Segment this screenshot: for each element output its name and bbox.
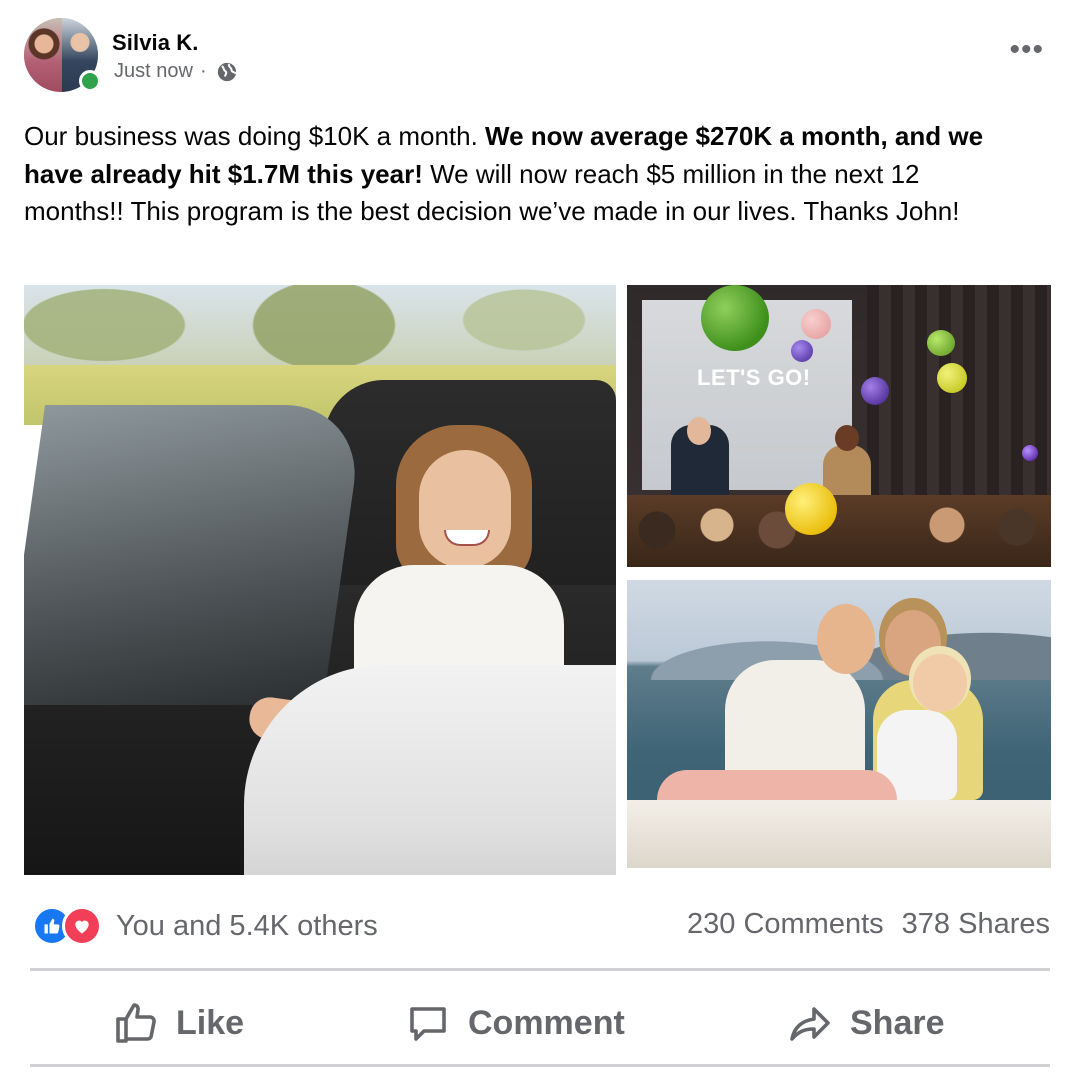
more-options-icon[interactable]: ••• [1009, 35, 1044, 65]
photo-event-stage[interactable]: LET'S GO! [627, 285, 1051, 567]
comment-button[interactable]: Comment [404, 996, 625, 1050]
divider [30, 968, 1050, 971]
share-label: Share [850, 1003, 945, 1042]
photo-family-boat[interactable] [627, 580, 1051, 868]
photo-woman-convertible[interactable] [24, 285, 616, 875]
share-button[interactable]: Share [786, 996, 945, 1050]
love-reaction-icon [62, 906, 102, 946]
share-arrow-icon [790, 1007, 830, 1041]
reactions-count: You and 5.4K others [116, 909, 378, 942]
post-text: Our business was doing $10K a month. We … [24, 118, 1024, 231]
post-meta: Just now · [114, 60, 238, 83]
globe-icon[interactable] [216, 61, 238, 83]
post-text-part1: Our business was doing $10K a month. [24, 121, 486, 151]
divider [30, 1064, 1050, 1067]
author-name[interactable]: Silvia K. [112, 30, 199, 56]
online-status-indicator [79, 70, 101, 92]
thumbs-up-icon [116, 1003, 156, 1043]
meta-separator: · [199, 60, 207, 82]
comment-label: Comment [468, 1003, 625, 1042]
facebook-post: Silvia K. Just now · ••• Our business wa… [0, 0, 1080, 1080]
reactions-summary[interactable]: You and 5.4K others [32, 906, 378, 946]
like-button[interactable]: Like [112, 996, 244, 1050]
event-screen-text: LET'S GO! [697, 365, 811, 390]
timestamp[interactable]: Just now [114, 60, 193, 83]
like-label: Like [176, 1003, 245, 1042]
comments-count[interactable]: 230 Comments [687, 908, 884, 941]
comment-icon [410, 1007, 446, 1041]
engagement-stats: 230 Comments 378 Shares [687, 908, 1050, 941]
shares-count[interactable]: 378 Shares [902, 908, 1050, 941]
